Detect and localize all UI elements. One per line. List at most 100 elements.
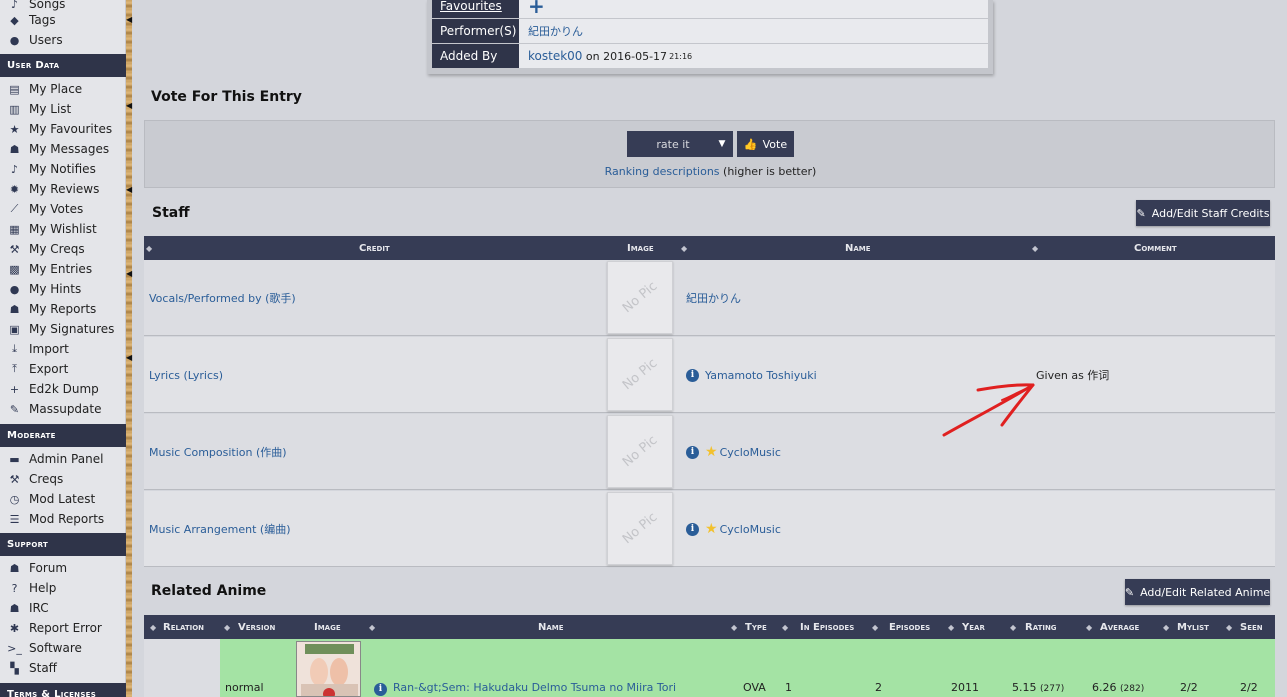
- staff-name-link[interactable]: 紀田かりん: [686, 290, 741, 306]
- sort-icon[interactable]: ◆: [1032, 236, 1038, 260]
- sidebar-item-creqs[interactable]: ⚒ Creqs: [0, 469, 126, 489]
- sort-icon[interactable]: ◆: [731, 615, 737, 639]
- sidebar-item-my-signatures[interactable]: ▣ My Signatures: [0, 319, 126, 339]
- sidebar-item-my-wishlist[interactable]: ▦ My Wishlist: [0, 219, 126, 239]
- staff-row: Lyrics (Lyrics) No Pic i Yamamoto Toshiyu…: [144, 337, 1275, 413]
- sort-icon[interactable]: ◆: [782, 615, 788, 639]
- vote-button[interactable]: 👍 Vote: [737, 131, 794, 157]
- column-in-episodes[interactable]: In Episodes: [800, 615, 854, 639]
- staff-comment: Given as 作词: [1036, 369, 1110, 382]
- sidebar-item-my-messages[interactable]: ☗ My Messages: [0, 139, 126, 159]
- edit-related-anime-button[interactable]: ✎ Add/Edit Related Anime: [1125, 579, 1270, 605]
- collapse-arrow-icon[interactable]: ◀: [126, 270, 132, 278]
- column-version[interactable]: Version: [238, 615, 275, 639]
- sidebar-item-my-entries[interactable]: ▩ My Entries: [0, 259, 126, 279]
- staff-name-link[interactable]: CycloMusic: [720, 523, 781, 536]
- wrench-icon: ⚒: [9, 472, 20, 486]
- gear-badge-icon: ✹: [9, 182, 20, 196]
- pencil-icon: ✎: [1124, 585, 1135, 599]
- added-by-user-link[interactable]: kostek00: [528, 49, 582, 63]
- gift-icon: ▦: [9, 222, 20, 236]
- collapse-arrow-icon[interactable]: ◀: [126, 102, 132, 110]
- column-average[interactable]: Average: [1100, 615, 1139, 639]
- sort-icon[interactable]: ◆: [224, 615, 230, 639]
- sidebar-item-my-creqs[interactable]: ⚒ My Creqs: [0, 239, 126, 259]
- sidebar-item-my-favourites[interactable]: ★ My Favourites: [0, 119, 126, 139]
- sidebar-item-admin-panel[interactable]: ▬ Admin Panel: [0, 449, 126, 469]
- sidebar-item-my-list[interactable]: ▥ My List: [0, 99, 126, 119]
- thumbs-up-icon: 👍: [743, 137, 758, 151]
- sidebar-item-forum[interactable]: ☗ Forum: [0, 558, 126, 578]
- sidebar-item-mod-latest[interactable]: ◷ Mod Latest: [0, 489, 126, 509]
- credit-link[interactable]: Music Composition (作曲): [149, 414, 287, 490]
- sidebar-item-label: Creqs: [29, 472, 64, 486]
- sort-icon[interactable]: ◆: [1163, 615, 1169, 639]
- sort-icon[interactable]: ◆: [948, 615, 954, 639]
- upload-icon: ⤒: [12, 362, 17, 375]
- sidebar-item-massupdate[interactable]: ✎ Massupdate: [0, 399, 126, 419]
- column-rating[interactable]: Rating: [1025, 615, 1057, 639]
- sort-icon[interactable]: ◆: [681, 236, 687, 260]
- sidebar-item-my-reviews[interactable]: ✹ My Reviews: [0, 179, 126, 199]
- credit-link[interactable]: Music Arrangement (编曲): [149, 491, 290, 567]
- sidebar-item-staff[interactable]: ▚ Staff: [0, 658, 126, 678]
- sidebar-item-my-hints[interactable]: ● My Hints: [0, 279, 126, 299]
- lightbulb-icon: ●: [9, 282, 20, 296]
- rating-select-value: rate it: [656, 137, 690, 151]
- column-mylist[interactable]: Mylist: [1177, 615, 1209, 639]
- add-favourite-icon[interactable]: +: [528, 0, 545, 16]
- sort-icon[interactable]: ◆: [369, 615, 375, 639]
- collapse-arrow-icon[interactable]: ◀: [126, 186, 132, 194]
- related-type: OVA: [743, 681, 766, 694]
- sidebar-item-report-error[interactable]: ✱ Report Error: [0, 618, 126, 638]
- edit-staff-credits-button[interactable]: ✎ Add/Edit Staff Credits: [1136, 200, 1270, 226]
- column-year[interactable]: Year: [962, 615, 985, 639]
- sidebar-item-my-reports[interactable]: ☗ My Reports: [0, 299, 126, 319]
- sidebar-item-my-notifies[interactable]: ♪ My Notifies: [0, 159, 126, 179]
- column-credit[interactable]: Credit: [359, 236, 390, 260]
- anime-thumbnail[interactable]: [296, 641, 361, 697]
- column-name[interactable]: Name: [845, 236, 871, 260]
- column-name[interactable]: Name: [538, 615, 564, 639]
- sidebar-item-help[interactable]: ? Help: [0, 578, 126, 598]
- sort-icon[interactable]: ◆: [146, 236, 152, 260]
- rating-select[interactable]: rate it ▼: [627, 131, 733, 157]
- sidebar-item-mod-reports[interactable]: ☰ Mod Reports: [0, 509, 126, 529]
- credit-link[interactable]: Lyrics (Lyrics): [149, 337, 223, 413]
- info-icon[interactable]: i: [686, 445, 699, 459]
- sort-icon[interactable]: ◆: [1086, 615, 1092, 639]
- collapse-arrow-icon[interactable]: ◀: [126, 354, 132, 362]
- pencil-icon: ✎: [9, 402, 20, 416]
- sidebar-item-label: Forum: [29, 561, 68, 575]
- sidebar-item-irc[interactable]: ☗ IRC: [0, 598, 126, 618]
- column-type[interactable]: Type: [745, 615, 767, 639]
- sidebar-item-ed2k-dump[interactable]: + Ed2k Dump: [0, 379, 126, 399]
- sidebar-item-my-place[interactable]: ▤ My Place: [0, 79, 126, 99]
- sort-icon[interactable]: ◆: [1010, 615, 1016, 639]
- performer-link[interactable]: 紀田かりん: [528, 23, 583, 39]
- sidebar-item-import[interactable]: ⤓ Import: [0, 339, 126, 359]
- info-icon[interactable]: i: [374, 682, 387, 696]
- sidebar-item-users[interactable]: ● Users: [0, 30, 126, 50]
- column-episodes[interactable]: Episodes: [889, 615, 930, 639]
- staff-name-link[interactable]: CycloMusic: [720, 446, 781, 459]
- sort-icon[interactable]: ◆: [1226, 615, 1232, 639]
- column-comment[interactable]: Comment: [1134, 236, 1177, 260]
- info-icon[interactable]: i: [686, 368, 699, 382]
- wrench-icon: ⚒: [9, 242, 20, 256]
- chevron-down-icon: ▼: [718, 139, 726, 149]
- sort-icon[interactable]: ◆: [872, 615, 878, 639]
- sidebar-item-my-votes[interactable]: ⟋ My Votes: [0, 199, 126, 219]
- sidebar-item-software[interactable]: >_ Software: [0, 638, 126, 658]
- related-anime-link[interactable]: Ran-&gt;Sem: Hakudaku Delmo Tsuma no Mii…: [393, 681, 676, 694]
- column-relation[interactable]: Relation: [163, 615, 204, 639]
- column-seen[interactable]: Seen: [1240, 615, 1263, 639]
- sidebar-item-export[interactable]: ⤒ Export: [0, 359, 126, 379]
- sort-icon[interactable]: ◆: [150, 615, 156, 639]
- ranking-descriptions-link[interactable]: Ranking descriptions: [605, 165, 720, 178]
- sidebar-item-tags[interactable]: ◆ Tags: [0, 10, 126, 30]
- staff-name-link[interactable]: Yamamoto Toshiyuki: [705, 369, 817, 382]
- info-icon[interactable]: i: [686, 522, 699, 536]
- collapse-arrow-icon[interactable]: ◀: [126, 16, 132, 24]
- credit-link[interactable]: Vocals/Performed by (歌手): [149, 260, 296, 336]
